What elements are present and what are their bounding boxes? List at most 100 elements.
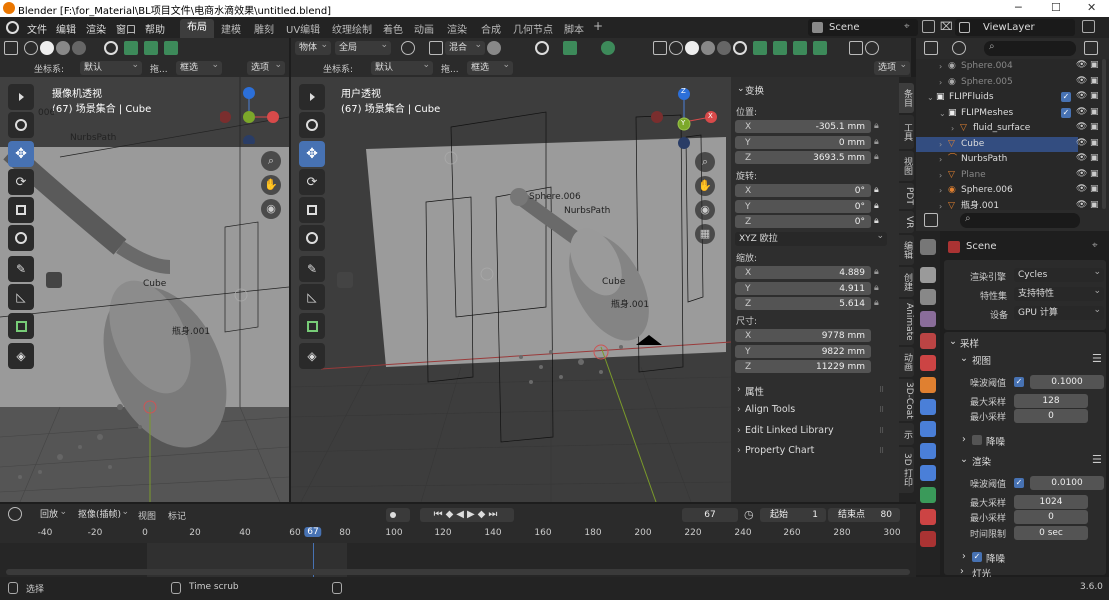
scale-tool[interactable] [8, 197, 34, 223]
end-frame-field[interactable]: 结束点 80 [828, 508, 900, 522]
cursor-tool[interactable] [8, 112, 34, 138]
render-camera-icon[interactable]: ▣ [1090, 200, 1099, 210]
drag-handle-icon[interactable]: ⠿ [879, 447, 884, 455]
tab-texture-paint[interactable]: 纹理绘制 [332, 21, 372, 36]
clock-icon[interactable]: ◷ [744, 508, 754, 521]
denoise-checkbox[interactable] [972, 435, 982, 445]
visibility-eye-icon[interactable]: 👁︎ [1076, 60, 1087, 70]
timeline-view-menu[interactable]: 视图 [138, 509, 156, 522]
denoise-subheader[interactable]: 降噪 [986, 434, 1005, 448]
main-toggle-d-icon[interactable] [813, 41, 827, 55]
particles-tab-icon[interactable] [920, 421, 936, 437]
main-zoom-icon[interactable]: ⌕ [695, 152, 715, 172]
physics-tab-icon[interactable] [920, 443, 936, 459]
menu-help[interactable]: 帮助 [145, 21, 165, 36]
n-panel-tab-6[interactable]: 创建 [899, 267, 914, 297]
timeline-area[interactable]: -40 -20 0 20 40 60 67 80 100 120 140 160 180 200 220 24… [0, 525, 916, 577]
main-drag-dropdown[interactable]: 拖... [441, 62, 459, 75]
pin-icon[interactable]: ⌖ [904, 21, 910, 32]
playback-controls[interactable]: ⏮◆◀▶◆⏭ [420, 508, 514, 522]
render-camera-icon[interactable]: ▣ [1090, 184, 1099, 194]
section-expand-icon[interactable]: › [737, 404, 741, 415]
scale-y-field[interactable]: Y 4.911 [735, 281, 871, 296]
tab-scripting[interactable]: 脚本 [564, 21, 584, 36]
n-panel-tab-2[interactable]: 视图 [899, 151, 914, 181]
main-extra2-icon[interactable] [865, 41, 879, 55]
keying-menu[interactable]: 抠像(插帧) [74, 505, 132, 522]
new-scene-icon[interactable] [922, 20, 935, 33]
blender-menu-icon[interactable] [6, 21, 19, 34]
visibility-eye-icon[interactable]: 👁︎ [1076, 107, 1087, 117]
lights-expand-icon[interactable]: › [960, 566, 964, 577]
tab-shading[interactable]: 着色 [383, 21, 403, 36]
visibility-eye-icon[interactable] [104, 41, 118, 55]
scale-z-field[interactable]: Z 5.614 [735, 297, 871, 311]
material-shading-icon[interactable] [56, 41, 70, 55]
render-camera-icon[interactable]: ▣ [1090, 153, 1099, 163]
main-solid-icon[interactable] [685, 41, 699, 55]
filter-icon[interactable] [1084, 41, 1098, 55]
view-layer-tab-icon[interactable] [920, 311, 936, 327]
main-grid-view-icon[interactable]: ▦ [695, 224, 715, 244]
section-2[interactable]: Edit Linked Library [745, 425, 834, 436]
transform-tool[interactable] [8, 225, 34, 251]
section-expand-icon[interactable]: › [737, 445, 741, 456]
tool-tab-icon[interactable] [920, 239, 936, 255]
main-toggle-b-icon[interactable] [773, 41, 787, 55]
maximize-button[interactable]: ☐ [1051, 1, 1061, 14]
main-annotate-tool[interactable]: ✎ [299, 256, 325, 282]
outliner-row[interactable]: › ▽ Plane [916, 168, 1078, 183]
n-panel-tab-7[interactable]: Animate [899, 299, 914, 345]
properties-pin-icon[interactable]: ⌖ [1092, 240, 1098, 251]
tab-compositing[interactable]: 合成 [481, 21, 501, 36]
n-panel-tab-4[interactable]: VR [899, 211, 914, 233]
frame-ruler[interactable]: -40 -20 0 20 40 60 67 80 100 120 140 160 180 200 220 24… [0, 525, 916, 543]
render-camera-icon[interactable]: ▣ [1090, 122, 1099, 132]
viewport-noise-checkbox[interactable]: ✓ [1014, 377, 1024, 387]
dimensions-z-field[interactable]: Z 11229 mm [735, 360, 871, 374]
sampling-collapse-icon[interactable]: ⌄ [949, 336, 957, 347]
tab-modeling[interactable]: 建模 [221, 21, 241, 36]
current-frame-field[interactable]: 67 [682, 508, 738, 522]
annotate-tool[interactable]: ✎ [8, 256, 34, 282]
menu-edit[interactable]: 编辑 [56, 21, 76, 36]
section-expand-icon[interactable]: › [737, 425, 741, 436]
tab-rendering[interactable]: 渲染 [447, 21, 467, 36]
n-panel-tab-9[interactable]: 3D-Coat [899, 379, 914, 421]
data-tab-icon[interactable] [920, 487, 936, 503]
delete-scene-icon[interactable]: ⌧ [940, 20, 953, 33]
dimensions-x-field[interactable]: X 9778 mm [735, 329, 871, 343]
menu-window[interactable]: 窗口 [116, 21, 136, 36]
proportional-icon[interactable] [429, 41, 443, 55]
output-tab-icon[interactable] [920, 289, 936, 305]
blend-dropdown[interactable]: 混合 [445, 38, 485, 55]
modifier-tab-icon[interactable] [920, 399, 936, 415]
rendered-shading-icon[interactable] [72, 41, 86, 55]
outliner-search-input[interactable]: ⌕ [984, 41, 1076, 56]
expand-arrow-icon[interactable]: ⌄ [927, 90, 934, 105]
auto-key-button[interactable] [386, 508, 410, 522]
left-nav-gizmo[interactable] [220, 84, 280, 144]
rotation-y-field[interactable]: Y 0° [735, 199, 871, 214]
section-3[interactable]: Property Chart [745, 445, 814, 456]
viewport-noise-field[interactable]: 0.1000 [1030, 375, 1104, 389]
playback-menu[interactable]: 回放 [36, 505, 70, 522]
render-noise-checkbox[interactable]: ✓ [1014, 478, 1024, 488]
main-viewport[interactable]: 用户透视 (67) 场景集合 | Cube Sphere.006 NurbsPa… [291, 77, 731, 502]
tab-uv-editing[interactable]: UV编辑 [286, 21, 320, 36]
render-camera-icon[interactable]: ▣ [1090, 138, 1099, 148]
main-material-icon[interactable] [701, 41, 715, 55]
lock-icon[interactable]: 🔒︎ [874, 216, 879, 226]
coords-dropdown[interactable]: 默认 [80, 58, 142, 75]
rotation-mode-dropdown[interactable]: XYZ 欧拉 [735, 229, 887, 246]
location-z-field[interactable]: Z 3693.5 mm [735, 151, 871, 165]
main-select-dropdown[interactable]: 框选 [467, 58, 513, 75]
outliner-scrollbar[interactable] [1102, 59, 1106, 209]
main-pan-hand-icon[interactable]: ✋ [695, 176, 715, 196]
constraints-tab-icon[interactable] [920, 465, 936, 481]
camera-view-icon[interactable]: ◉ [261, 199, 281, 219]
visibility-eye-icon[interactable]: 👁︎ [1076, 138, 1087, 148]
menu-render[interactable]: 渲染 [86, 21, 106, 36]
rotation-z-field[interactable]: Z 0° [735, 215, 871, 229]
view-layer-selector[interactable]: ViewLayer [955, 19, 1075, 36]
